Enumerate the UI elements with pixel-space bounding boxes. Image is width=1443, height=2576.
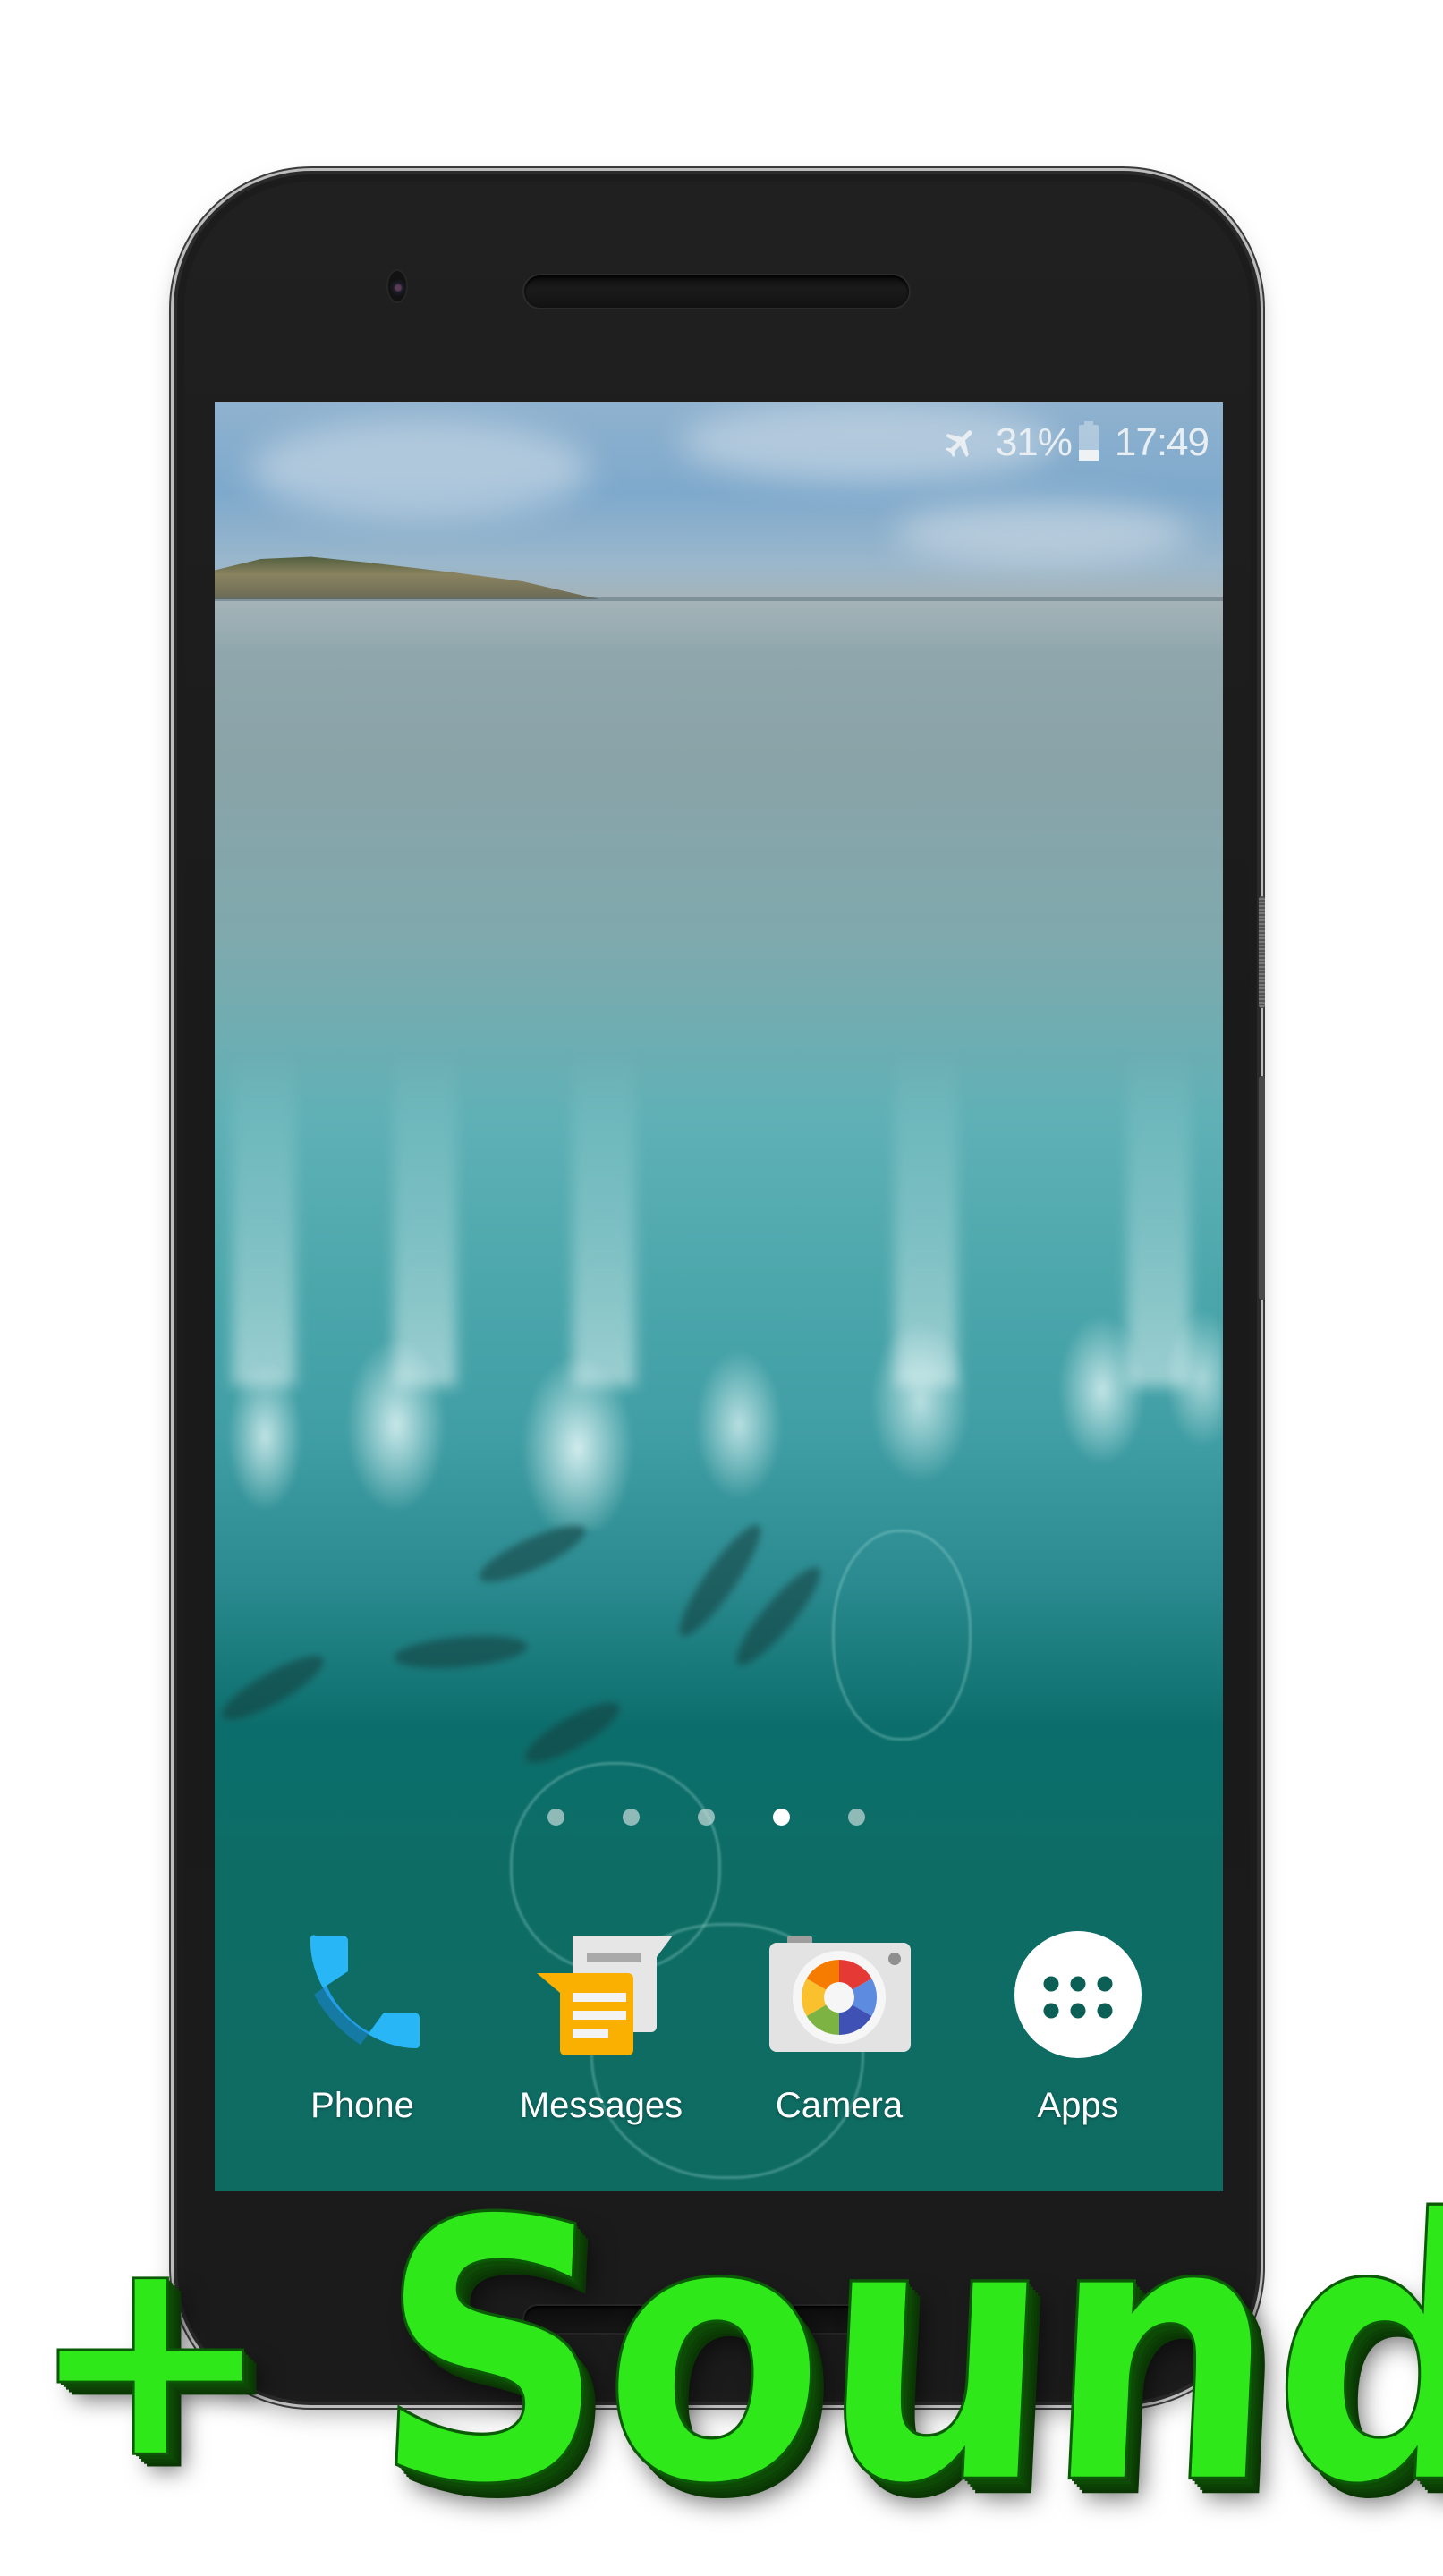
power-button[interactable] [1259, 896, 1265, 1008]
horizon [215, 597, 1223, 601]
messages-icon [530, 1923, 673, 2066]
dock-label-messages: Messages [519, 2086, 683, 2125]
dock-item-messages[interactable]: Messages [507, 1923, 695, 2126]
bottom-speaker [524, 2306, 909, 2333]
dock-label-camera: Camera [775, 2086, 904, 2125]
clock: 17:49 [1114, 420, 1210, 464]
page-dot-4[interactable] [773, 1809, 790, 1826]
cloud [250, 420, 590, 519]
dolphin [518, 1692, 627, 1773]
dock-label-apps: Apps [1037, 2086, 1119, 2125]
dolphin [726, 1558, 831, 1674]
battery-level-fill [1078, 449, 1099, 461]
dolphin [215, 1645, 331, 1731]
dock: Phone Messages Camera Apps [215, 1923, 1223, 2147]
island [215, 556, 599, 599]
breaking-wave [215, 1297, 1223, 1530]
dock-label-phone: Phone [310, 2086, 414, 2125]
page-dot-1[interactable] [547, 1809, 564, 1826]
home-screen[interactable]: 31% 17:49 Phone Messages Camera Apps [215, 402, 1223, 2191]
dolphin [392, 1631, 530, 1674]
status-bar[interactable]: 31% 17:49 [942, 411, 1210, 474]
earpiece-speaker [524, 275, 909, 308]
dock-item-phone[interactable]: Phone [268, 1923, 456, 2126]
page-dot-3[interactable] [698, 1809, 715, 1826]
dock-item-apps[interactable]: Apps [984, 1923, 1172, 2126]
volume-button[interactable] [1259, 1076, 1265, 1300]
page-dot-2[interactable] [623, 1809, 640, 1826]
foam-trail [832, 1530, 972, 1741]
battery-percent: 31% [995, 420, 1073, 464]
apps-grid-icon [1006, 1923, 1150, 2066]
airplane-icon [945, 430, 972, 458]
phone-icon [291, 1923, 434, 2066]
front-camera-icon [388, 271, 406, 301]
cloud [895, 501, 1190, 564]
dock-item-camera[interactable]: Camera [745, 1923, 933, 2126]
page-indicator[interactable] [215, 1809, 1223, 1826]
page-dot-5[interactable] [848, 1809, 865, 1826]
battery-icon [1078, 421, 1099, 461]
camera-icon [768, 1923, 911, 2066]
